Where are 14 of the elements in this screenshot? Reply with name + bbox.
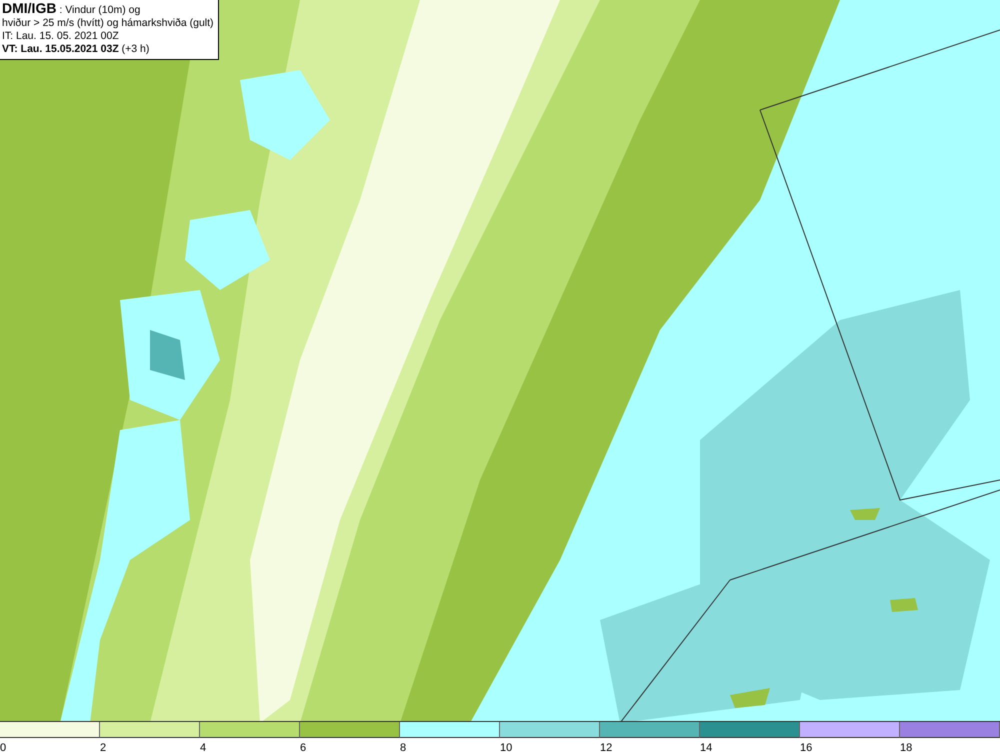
legend-tick-label: 6 bbox=[300, 742, 306, 753]
title-line: IT: Lau. 15. 05. 2021 00Z bbox=[2, 30, 120, 43]
title-line: hviður > 25 m/s (hvítt) og hámarkshviða (gult) bbox=[2, 17, 214, 30]
legend-tick-label: 4 bbox=[200, 742, 206, 753]
legend-tick-label: 14 bbox=[700, 742, 712, 753]
title-line: VT: Lau. 15.05.2021 03Z (+3 h) bbox=[2, 43, 150, 56]
legend-tick-label: 8 bbox=[400, 742, 406, 753]
legend-tick-label: 2 bbox=[100, 742, 106, 753]
legend-tick-label: 16 bbox=[800, 742, 812, 753]
legend-tick-label: 10 bbox=[500, 742, 512, 753]
legend-tick-label: 0 bbox=[0, 742, 6, 753]
title-line: DMI/IGB : Vindur (10m) og bbox=[2, 2, 142, 17]
legend-tick-label: 18 bbox=[900, 742, 912, 753]
legend-tick-label: 12 bbox=[600, 742, 612, 753]
